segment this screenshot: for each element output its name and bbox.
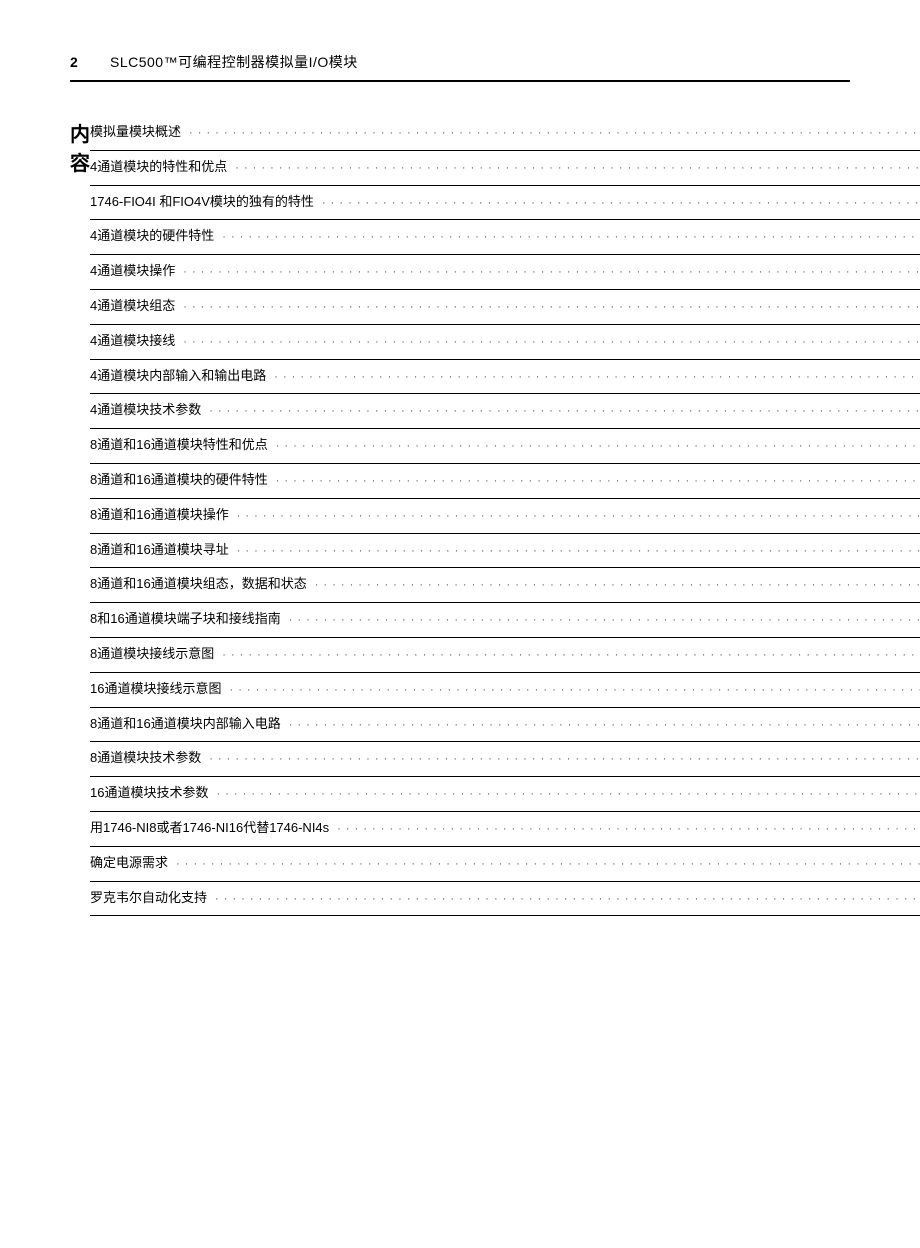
toc-entry-title: 8通道模块技术参数 <box>90 748 201 769</box>
toc-entry-title: 8通道和16通道模块特性和优点 <box>90 435 268 456</box>
toc-entry-title: 8通道模块接线示意图 <box>90 644 214 665</box>
toc-entry-title: 确定电源需求 <box>90 853 168 874</box>
toc-leader <box>222 229 920 247</box>
toc-entry-title: 16通道模块接线示意图 <box>90 679 221 700</box>
toc-leader <box>237 543 920 561</box>
toc-leader <box>337 821 920 839</box>
toc-leader <box>183 264 920 282</box>
toc-entry-title: 8和16通道模块端子块和接线指南 <box>90 609 281 630</box>
toc-row: 8通道和16通道模块寻址18 <box>90 534 920 569</box>
header-rule <box>70 80 850 82</box>
toc-entry-title: 4通道模块操作 <box>90 261 175 282</box>
toc-leader <box>289 717 920 735</box>
toc-entry-title: 8通道和16通道模块的硬件特性 <box>90 470 268 491</box>
toc-entry-title: 4通道模块组态 <box>90 296 175 317</box>
toc-row: 4通道模块的特性和优点4 <box>90 151 920 186</box>
toc-entry-title: 用1746-NI8或者1746-NI16代替1746-NI4s <box>90 818 329 839</box>
toc-row: 8和16通道模块端子块和接线指南29 <box>90 603 920 638</box>
toc-row: 8通道和16通道模块特性和优点14 <box>90 429 920 464</box>
toc-row: 16通道模块接线示意图33 <box>90 673 920 708</box>
toc-row: 8通道模块技术参数35 <box>90 742 920 777</box>
toc-leader <box>274 369 920 387</box>
toc-row: 8通道模块接线示意图31 <box>90 638 920 673</box>
toc-leader <box>235 160 920 178</box>
toc-entry-title: 8通道和16通道模块操作 <box>90 505 229 526</box>
toc-entry-title: 8通道和16通道模块寻址 <box>90 540 229 561</box>
toc-row: 4通道模块内部输入和输出电路10 <box>90 360 920 395</box>
toc-row: 4通道模块的硬件特性5 <box>90 220 920 255</box>
toc-leader <box>289 612 920 630</box>
toc-row: 8通道和16通道模块操作17 <box>90 499 920 534</box>
page: 2 SLC500™可编程控制器模拟量I/O模块 内容 模拟量模块概述34通道模块… <box>0 0 920 1248</box>
toc-row: 1746-FIO4I 和FIO4V模块的独有的特性4 <box>90 186 920 221</box>
toc-row: 4通道模块组态7 <box>90 290 920 325</box>
toc-entry-title: 4通道模块的硬件特性 <box>90 226 214 247</box>
toc-leader <box>209 751 920 769</box>
toc-leader <box>183 334 920 352</box>
toc-row: 模拟量模块概述3 <box>90 116 920 151</box>
toc-leader <box>237 508 920 526</box>
toc-entry-title: 模拟量模块概述 <box>90 122 181 143</box>
toc-leader <box>276 438 920 456</box>
running-header: 2 SLC500™可编程控制器模拟量I/O模块 <box>70 52 850 72</box>
toc-leader <box>222 647 920 665</box>
toc-row: 8通道和16通道模块的硬件特性15 <box>90 464 920 499</box>
toc-entry-title: 8通道和16通道模块组态，数据和状态 <box>90 574 307 595</box>
toc-row: 用1746-NI8或者1746-NI16代替1746-NI4s41 <box>90 812 920 847</box>
toc-row: 16通道模块技术参数38 <box>90 777 920 812</box>
toc-row: 确定电源需求42 <box>90 847 920 882</box>
toc-leader <box>216 786 920 804</box>
toc-entry-title: 8通道和16通道模块内部输入电路 <box>90 714 281 735</box>
toc-leader <box>183 299 920 317</box>
toc-leader <box>215 891 920 909</box>
toc-row: 8通道和16通道模块组态，数据和状态22 <box>90 568 920 603</box>
toc-entry-title: 4通道模块接线 <box>90 331 175 352</box>
toc-row: 罗克韦尔自动化支持43 <box>90 882 920 917</box>
toc-entry-title: 罗克韦尔自动化支持 <box>90 888 207 909</box>
toc-entry-title: 4通道模块技术参数 <box>90 400 201 421</box>
toc-entry-title: 16通道模块技术参数 <box>90 783 208 804</box>
page-number: 2 <box>70 54 110 70</box>
toc-leader <box>189 125 920 143</box>
toc-row: 8通道和16通道模块内部输入电路35 <box>90 708 920 743</box>
toc-leader <box>322 195 920 213</box>
toc-entry-title: 4通道模块的特性和优点 <box>90 157 227 178</box>
toc-row: 4通道模块操作5 <box>90 255 920 290</box>
toc-leader <box>209 403 920 421</box>
content-area: 内容 模拟量模块概述34通道模块的特性和优点41746-FIO4I 和FIO4V… <box>70 116 850 916</box>
document-title: SLC500™可编程控制器模拟量I/O模块 <box>110 52 358 72</box>
toc-entry-title: 1746-FIO4I 和FIO4V模块的独有的特性 <box>90 192 314 213</box>
toc-row: 4通道模块接线9 <box>90 325 920 360</box>
toc-leader <box>315 577 920 595</box>
toc-row: 4通道模块技术参数11 <box>90 394 920 429</box>
toc-leader <box>176 856 920 874</box>
toc-leader <box>229 682 920 700</box>
toc-leader <box>276 473 920 491</box>
toc-entry-title: 4通道模块内部输入和输出电路 <box>90 366 266 387</box>
table-of-contents: 模拟量模块概述34通道模块的特性和优点41746-FIO4I 和FIO4V模块的… <box>90 116 920 916</box>
section-heading: 内容 <box>70 116 90 916</box>
